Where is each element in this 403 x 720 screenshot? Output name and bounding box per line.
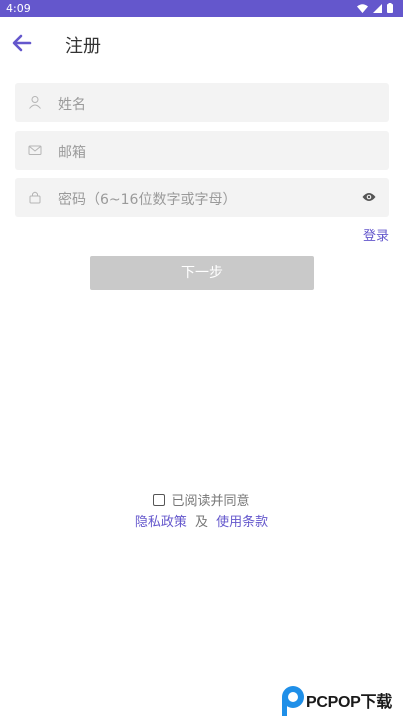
email-placeholder: 邮箱 bbox=[58, 145, 86, 161]
privacy-policy-link[interactable]: 隐私政策 bbox=[135, 515, 187, 530]
status-time: 4:09 bbox=[6, 2, 31, 15]
email-field[interactable]: 邮箱 bbox=[15, 131, 389, 170]
watermark: PCPOP下载 bbox=[280, 684, 403, 720]
agreement-links: 隐私政策 及 使用条款 bbox=[0, 511, 403, 530]
status-icons bbox=[357, 3, 393, 13]
password-field[interactable]: 密码（6~16位数字或字母） bbox=[15, 178, 389, 217]
login-link[interactable]: 登录 bbox=[363, 225, 389, 244]
user-icon bbox=[29, 96, 41, 109]
watermark-brand: PCPOP下载 bbox=[306, 694, 392, 711]
agreement-row: 已阅读并同意 bbox=[0, 490, 403, 510]
agree-checkbox[interactable] bbox=[153, 493, 166, 506]
name-field[interactable]: 姓名 bbox=[15, 83, 389, 122]
eye-icon[interactable] bbox=[362, 191, 376, 203]
status-bar: 4:09 bbox=[0, 0, 403, 17]
name-placeholder: 姓名 bbox=[58, 97, 86, 113]
mail-icon bbox=[28, 145, 42, 155]
terms-of-use-link[interactable]: 使用条款 bbox=[216, 515, 268, 530]
pcpop-logo-icon bbox=[282, 686, 304, 716]
next-step-button[interactable]: 下一步 bbox=[90, 256, 314, 290]
app-bar: 注册 bbox=[0, 17, 403, 69]
page-title: 注册 bbox=[65, 36, 101, 57]
back-arrow-icon[interactable] bbox=[10, 31, 34, 55]
agreement-and: 及 bbox=[194, 515, 208, 530]
wifi-icon bbox=[357, 3, 368, 13]
lock-icon bbox=[29, 191, 41, 204]
battery-icon bbox=[387, 3, 393, 13]
password-placeholder: 密码（6~16位数字或字母） bbox=[58, 192, 237, 208]
signal-icon bbox=[373, 3, 382, 13]
agree-label: 已阅读并同意 bbox=[171, 494, 250, 509]
